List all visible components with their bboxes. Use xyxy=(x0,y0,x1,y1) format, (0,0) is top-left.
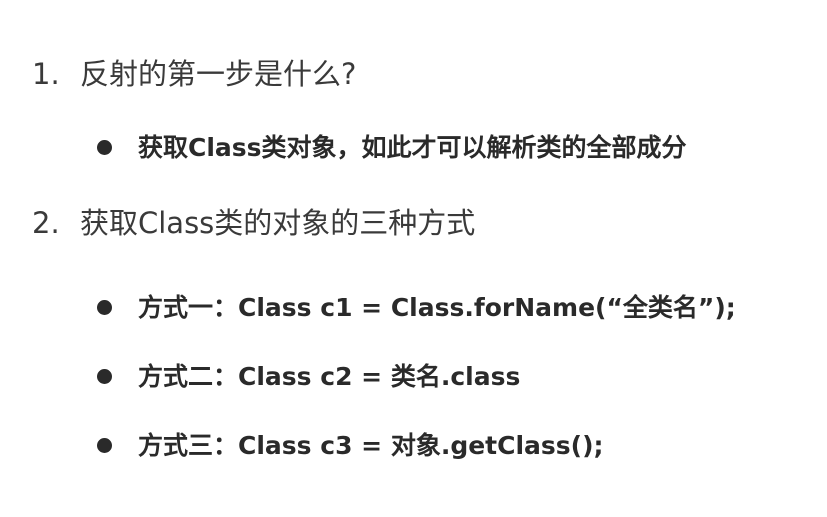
section-2-bullet-2: 方式二：Class c2 = 类名.class xyxy=(97,364,520,389)
section-1-heading: 1. 反射的第一步是什么? xyxy=(32,60,356,89)
bullet-dot-icon xyxy=(97,140,112,155)
section-2-bullet-1-text: 方式一：Class c1 = Class.forName(“全类名”); xyxy=(138,293,736,322)
bullet-dot-icon xyxy=(97,369,112,384)
slide-page: 1. 反射的第一步是什么? 获取Class类对象，如此才可以解析类的全部成分 2.… xyxy=(0,0,827,517)
bullet-dot-icon xyxy=(97,438,112,453)
section-1-bullet-1-text: 获取Class类对象，如此才可以解析类的全部成分 xyxy=(138,133,687,162)
section-1-number: 1. xyxy=(32,57,60,91)
section-2-heading: 2. 获取Class类的对象的三种方式 xyxy=(32,209,475,238)
section-2-number: 2. xyxy=(32,206,60,240)
section-2-bullet-3-text: 方式三：Class c3 = 对象.getClass(); xyxy=(138,431,604,460)
section-2-bullet-1: 方式一：Class c1 = Class.forName(“全类名”); xyxy=(97,295,736,320)
bullet-dot-icon xyxy=(97,300,112,315)
section-1-title: 反射的第一步是什么? xyxy=(80,57,357,91)
section-2-title: 获取Class类的对象的三种方式 xyxy=(80,206,476,240)
section-2-bullet-3: 方式三：Class c3 = 对象.getClass(); xyxy=(97,433,604,458)
section-1-bullet-1: 获取Class类对象，如此才可以解析类的全部成分 xyxy=(97,135,687,160)
section-2-bullet-2-text: 方式二：Class c2 = 类名.class xyxy=(138,362,521,391)
